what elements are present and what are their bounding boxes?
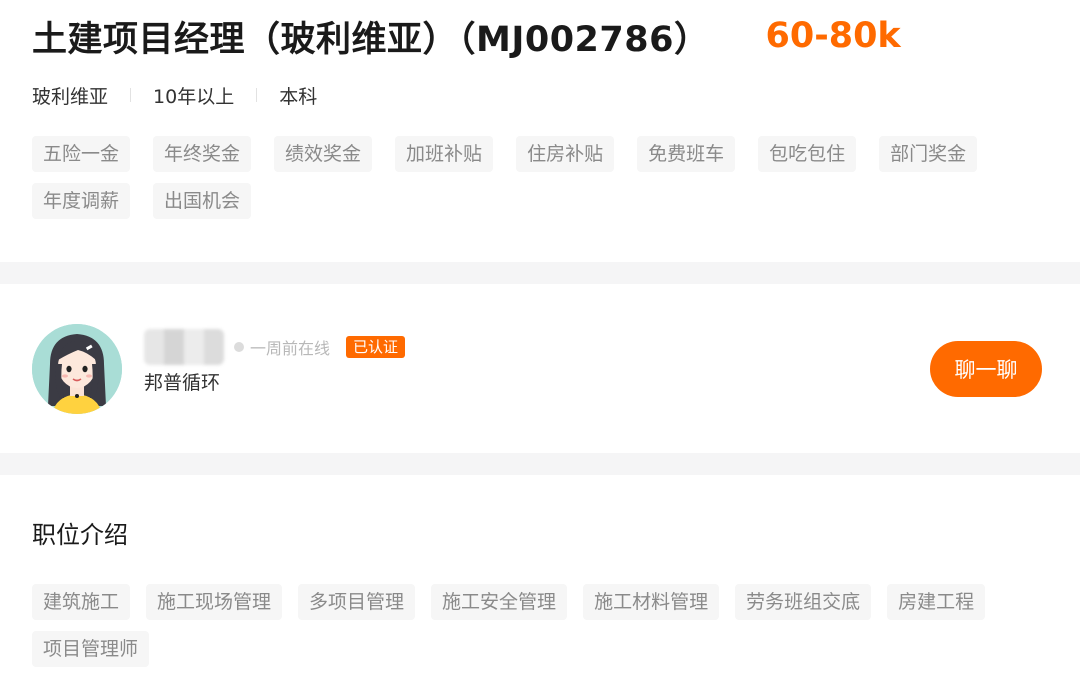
skill-tag: 劳务班组交底	[735, 584, 872, 620]
online-status: 一周前在线	[250, 339, 331, 358]
section-divider	[0, 262, 1080, 284]
salary: 60-80k	[765, 16, 901, 56]
benefit-tag: 五险一金	[32, 136, 131, 172]
recruiter-info: 一周前在线 已认证 邦普循环	[144, 328, 406, 395]
meta-divider	[130, 88, 132, 102]
benefit-tag: 绩效奖金	[274, 136, 373, 172]
skill-tag: 项目管理师	[32, 631, 150, 667]
benefit-tag: 年终奖金	[153, 136, 252, 172]
benefit-tag: 包吃包住	[758, 136, 857, 172]
benefit-tag: 出国机会	[153, 183, 252, 219]
benefit-tags: 五险一金 年终奖金 绩效奖金 加班补贴 住房补贴 免费班车 包吃包住 部门奖金 …	[32, 136, 1042, 230]
chat-button[interactable]: 聊一聊	[930, 341, 1042, 397]
cartoon-woman-avatar-icon	[32, 324, 122, 414]
job-detail-page: 土建项目经理（玻利维亚）（MJ002786） 60-80k 玻利维亚 10年以上…	[0, 0, 1080, 676]
job-education: 本科	[279, 85, 318, 108]
skill-tags: 建筑施工 施工现场管理 多项目管理 施工安全管理 施工材料管理 劳务班组交底 房…	[32, 584, 1042, 676]
recruiter-card: 一周前在线 已认证 邦普循环 聊一聊	[32, 284, 1048, 453]
skill-tag: 房建工程	[887, 584, 986, 620]
section-title: 职位介绍	[32, 521, 128, 549]
benefit-tag: 加班补贴	[395, 136, 494, 172]
benefit-tag: 部门奖金	[879, 136, 978, 172]
skill-tag: 建筑施工	[32, 584, 131, 620]
job-description: 职位介绍 建筑施工 施工现场管理 多项目管理 施工安全管理 施工材料管理 劳务班…	[32, 475, 1048, 676]
skill-tag: 施工安全管理	[431, 584, 568, 620]
recruiter-avatar[interactable]	[32, 324, 122, 414]
company-name: 邦普循环	[144, 372, 221, 394]
benefit-tag: 免费班车	[637, 136, 736, 172]
status-dot-icon	[234, 342, 244, 352]
skill-tag: 多项目管理	[298, 584, 416, 620]
job-meta: 玻利维亚 10年以上 本科	[32, 82, 1060, 108]
meta-divider	[256, 88, 258, 102]
title-row: 土建项目经理（玻利维亚）（MJ002786） 60-80k	[32, 12, 1060, 60]
recruiter-name-blurred	[144, 329, 224, 365]
verified-badge: 已认证	[346, 336, 406, 358]
job-experience: 10年以上	[153, 85, 235, 108]
recruiter-name-row: 一周前在线 已认证	[144, 328, 406, 366]
job-title: 土建项目经理（玻利维亚）（MJ002786）	[32, 19, 710, 60]
benefit-tag: 年度调薪	[32, 183, 131, 219]
job-header: 土建项目经理（玻利维亚）（MJ002786） 60-80k 玻利维亚 10年以上…	[32, 12, 1060, 262]
skill-tag: 施工材料管理	[583, 584, 720, 620]
job-location: 玻利维亚	[32, 85, 109, 108]
section-divider	[0, 453, 1080, 475]
benefit-tag: 住房补贴	[516, 136, 615, 172]
skill-tag: 施工现场管理	[146, 584, 283, 620]
